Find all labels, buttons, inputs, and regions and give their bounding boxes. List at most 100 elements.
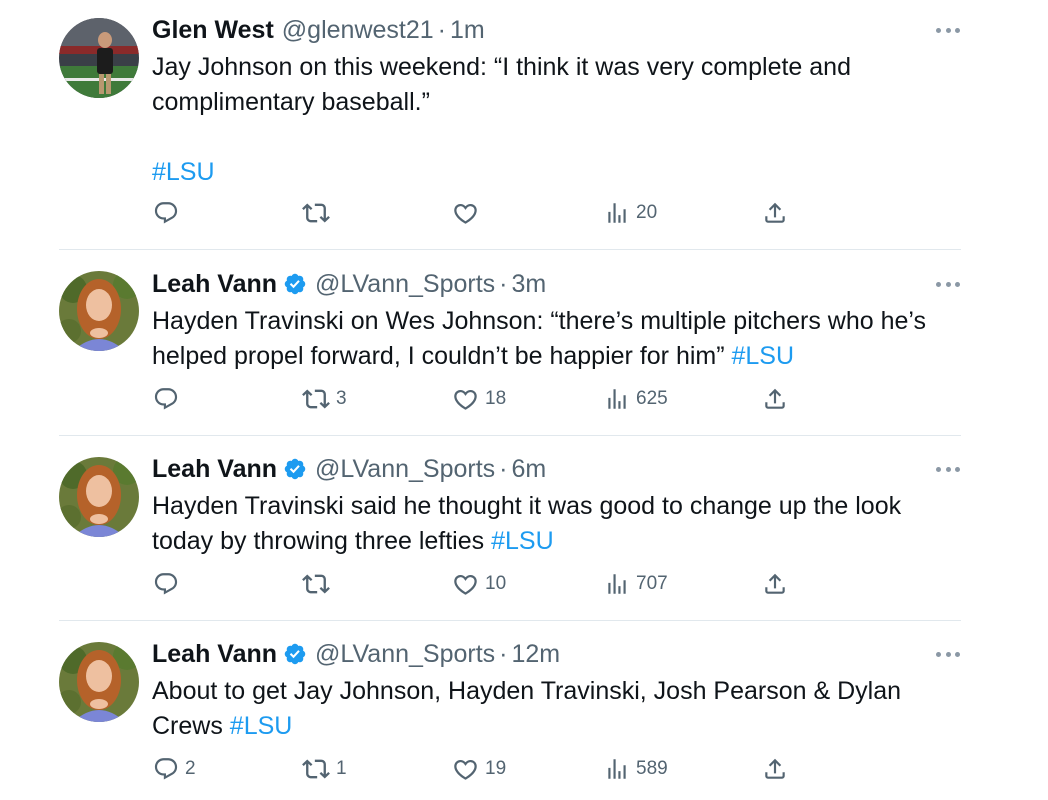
tweet-text-line: helped propel forward, I couldn’t be hap…: [152, 342, 725, 370]
author-handle[interactable]: @LVann_Sports: [315, 455, 495, 484]
more-icon[interactable]: [936, 278, 960, 290]
share-button[interactable]: [762, 755, 788, 783]
reply-button[interactable]: [153, 385, 185, 413]
tweet-text-line: complimentary baseball.”: [152, 88, 430, 116]
avatar[interactable]: [59, 642, 139, 722]
share-icon: [762, 386, 788, 412]
like-button[interactable]: [452, 199, 485, 227]
more-icon[interactable]: [936, 463, 960, 475]
reply-icon: [153, 571, 179, 597]
author-name[interactable]: Leah Vann: [152, 455, 277, 484]
divider: [59, 249, 961, 250]
retweet-icon: [302, 570, 330, 598]
tweet-text-line: today by throwing three lefties: [152, 527, 485, 555]
timestamp[interactable]: 12m: [512, 640, 561, 669]
reply-button[interactable]: 2: [153, 755, 196, 783]
timestamp[interactable]: 3m: [512, 270, 547, 299]
tweet-header: Leah Vann @LVann_Sports · 3m: [152, 268, 546, 300]
hashtag-link[interactable]: #LSU: [732, 342, 795, 370]
tweet-text-line: Crews: [152, 712, 223, 740]
like-button[interactable]: 10: [452, 570, 506, 598]
retweet-count: 1: [336, 758, 347, 779]
divider: [59, 435, 961, 436]
author-handle[interactable]: @LVann_Sports: [315, 640, 495, 669]
tweet-header: Leah Vann @LVann_Sports · 6m: [152, 453, 546, 485]
views-count: 625: [636, 388, 668, 409]
separator-dot: ·: [499, 269, 508, 298]
reply-button[interactable]: [153, 570, 185, 598]
views-icon: [604, 200, 630, 226]
reply-icon: [153, 200, 179, 226]
views-icon: [604, 386, 630, 412]
tweet-text: Jay Johnson on this weekend: “I think it…: [152, 50, 972, 190]
views-icon: [604, 756, 630, 782]
timestamp[interactable]: 6m: [512, 455, 547, 484]
like-count: 18: [485, 388, 507, 409]
retweet-icon: [302, 385, 330, 413]
verified-badge-icon: [283, 642, 307, 666]
like-count: 19: [485, 758, 507, 779]
like-icon: [452, 386, 479, 413]
avatar[interactable]: [59, 18, 139, 98]
tweet-text: Hayden Travinski said he thought it was …: [152, 489, 972, 559]
author-name[interactable]: Leah Vann: [152, 640, 277, 669]
views-button[interactable]: 589: [604, 755, 668, 783]
tweet-header: Leah Vann @LVann_Sports · 12m: [152, 638, 560, 670]
tweet-text-line: About to get Jay Johnson, Hayden Travins…: [152, 677, 902, 705]
separator-dot: ·: [499, 454, 508, 483]
reply-icon: [153, 756, 179, 782]
tweet-text: Hayden Travinski on Wes Johnson: “there’…: [152, 304, 972, 374]
views-count: 20: [636, 202, 658, 223]
reply-button[interactable]: [153, 199, 185, 227]
author-name[interactable]: Glen West: [152, 16, 274, 45]
avatar[interactable]: [59, 457, 139, 537]
like-button[interactable]: 19: [452, 755, 506, 783]
like-icon: [452, 200, 479, 227]
author-handle[interactable]: @LVann_Sports: [315, 270, 495, 299]
share-icon: [762, 756, 788, 782]
share-button[interactable]: [762, 570, 788, 598]
retweet-button[interactable]: [302, 570, 336, 598]
author-name[interactable]: Leah Vann: [152, 270, 277, 299]
like-count: 10: [485, 573, 507, 594]
views-count: 707: [636, 573, 668, 594]
like-button[interactable]: 18: [452, 385, 506, 413]
share-icon: [762, 200, 788, 226]
reply-icon: [153, 386, 179, 412]
share-button[interactable]: [762, 385, 788, 413]
avatar[interactable]: [59, 271, 139, 351]
share-icon: [762, 571, 788, 597]
author-handle[interactable]: @glenwest21: [282, 16, 434, 45]
retweet-button[interactable]: [302, 199, 336, 227]
hashtag-link[interactable]: #LSU: [230, 712, 293, 740]
like-icon: [452, 756, 479, 783]
timestamp[interactable]: 1m: [450, 16, 485, 45]
verified-badge-icon: [283, 457, 307, 481]
views-button[interactable]: 20: [604, 199, 657, 227]
tweet-header: Glen West @glenwest21 · 1m: [152, 14, 485, 46]
tweet-text: About to get Jay Johnson, Hayden Travins…: [152, 674, 972, 744]
more-icon[interactable]: [936, 648, 960, 660]
more-icon[interactable]: [936, 24, 960, 36]
retweet-icon: [302, 755, 330, 783]
tweet-text-line: Jay Johnson on this weekend: “I think it…: [152, 53, 851, 81]
retweet-button[interactable]: 3: [302, 385, 347, 413]
tweet-text-line: Hayden Travinski said he thought it was …: [152, 492, 902, 520]
hashtag-link[interactable]: #LSU: [152, 158, 215, 186]
share-button[interactable]: [762, 199, 788, 227]
views-count: 589: [636, 758, 668, 779]
views-button[interactable]: 707: [604, 570, 668, 598]
tweet-text-line: Hayden Travinski on Wes Johnson: “there’…: [152, 307, 926, 335]
separator-dot: ·: [437, 15, 446, 44]
divider: [59, 620, 961, 621]
retweet-icon: [302, 199, 330, 227]
retweet-button[interactable]: 1: [302, 755, 347, 783]
verified-badge-icon: [283, 272, 307, 296]
views-icon: [604, 571, 630, 597]
reply-count: 2: [185, 758, 196, 779]
like-icon: [452, 571, 479, 598]
views-button[interactable]: 625: [604, 385, 668, 413]
hashtag-link[interactable]: #LSU: [491, 527, 554, 555]
retweet-count: 3: [336, 388, 347, 409]
separator-dot: ·: [499, 639, 508, 668]
